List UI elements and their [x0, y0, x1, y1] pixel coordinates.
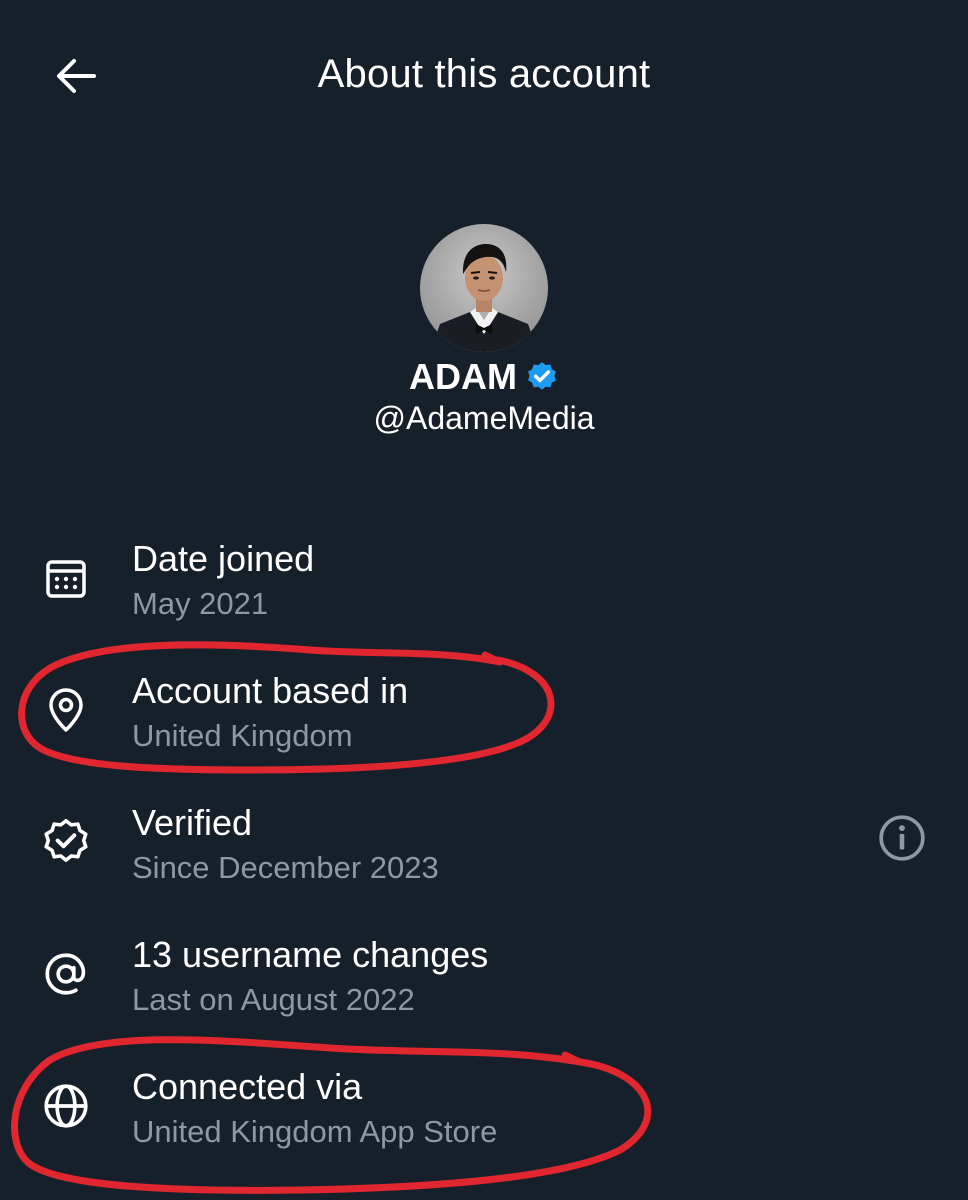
row-subtitle: United Kingdom — [132, 718, 353, 753]
info-icon — [879, 815, 925, 861]
handle: @AdameMedia — [373, 400, 595, 436]
calendar-icon — [38, 550, 94, 606]
row-username-changes: 13 username changes Last on August 2022 — [0, 926, 968, 1036]
location-pin-icon — [38, 682, 94, 738]
row-title: 13 username changes — [132, 934, 489, 975]
verified-badge-icon — [528, 362, 556, 390]
row-title: Date joined — [132, 538, 315, 579]
row-title: Connected via — [132, 1066, 363, 1107]
row-subtitle: May 2021 — [132, 586, 269, 621]
row-subtitle: Last on August 2022 — [132, 982, 415, 1017]
header: About this account — [0, 0, 968, 150]
display-name: ADAM — [409, 356, 517, 397]
row-title: Verified — [132, 802, 253, 843]
display-name-row: ADAM — [0, 356, 968, 398]
verified-check-icon — [38, 814, 94, 870]
row-verified: Verified Since December 2023 — [0, 794, 968, 904]
at-sign-icon — [38, 946, 94, 1002]
row-connected-via: Connected via United Kingdom App Store — [0, 1058, 968, 1168]
row-subtitle: Since December 2023 — [132, 850, 439, 885]
row-subtitle: United Kingdom App Store — [132, 1114, 498, 1149]
info-button[interactable] — [874, 810, 930, 866]
avatar[interactable] — [420, 224, 548, 352]
row-title: Account based in — [132, 670, 409, 711]
row-date-joined: Date joined May 2021 — [0, 530, 968, 640]
globe-icon — [38, 1078, 94, 1134]
page-title: About this account — [317, 52, 651, 96]
row-account-based-in: Account based in United Kingdom — [0, 662, 968, 772]
